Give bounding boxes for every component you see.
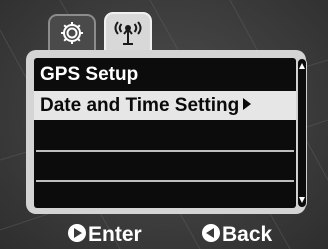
submenu-arrow-icon [243,97,252,110]
enter-label: Enter [88,223,142,246]
menu-divider [36,150,294,152]
gps-antenna-icon [114,21,142,45]
right-button-icon [68,224,86,243]
tab-gps[interactable] [104,12,152,52]
gear-icon [61,22,83,44]
menu-item-date-time-setting[interactable]: Date and Time Setting [34,91,296,120]
menu-item-gps-setup[interactable]: GPS Setup [34,60,296,89]
left-button-icon [202,224,220,243]
enter-hint: Enter [68,222,142,248]
menu-list: GPS Setup Date and Time Setting [34,58,296,208]
tab-settings[interactable] [48,14,96,50]
back-label: Back [222,223,273,246]
menu-item-label: Date and Time Setting [40,95,240,116]
scrollbar[interactable] [297,58,307,208]
camera-screen: GPS Setup Date and Time Setting Enter Ba… [0,0,328,249]
scroll-down-icon[interactable] [299,197,305,203]
back-hint: Back [202,222,272,248]
scroll-up-icon[interactable] [299,63,305,69]
menu-divider [36,180,294,182]
menu-item-label: GPS Setup [40,64,139,85]
